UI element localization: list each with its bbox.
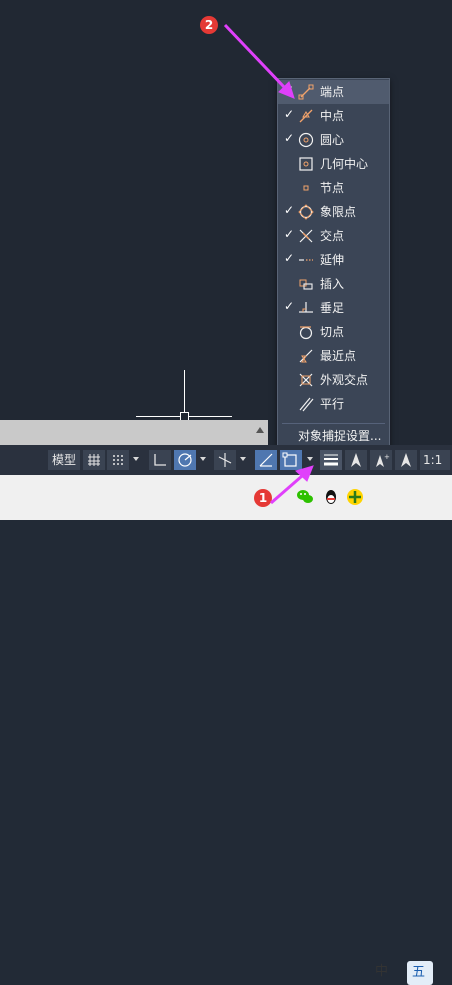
menu-item-label: 交点 [320,229,345,243]
wechat-icon[interactable] [296,488,314,506]
menu-item-label: 平行 [320,397,345,411]
check-icon: ✓ [284,131,295,145]
menu-item-label: 中点 [320,109,345,123]
isometric-icon [218,453,232,467]
node-icon [303,185,309,191]
svg-text:+: + [384,453,390,461]
menu-item-insertion[interactable]: 插入 [278,272,389,296]
polar-dropdown-caret-icon[interactable] [200,457,206,461]
grid-toggle-button[interactable] [83,450,105,470]
check-icon: ✓ [284,299,295,313]
menu-item-parallel[interactable]: 平行 [278,392,389,416]
object-snap-dropdown-caret-icon[interactable] [307,457,313,461]
check-icon: ✓ [284,203,295,217]
ortho-icon [154,454,166,466]
menu-item-tangent[interactable]: 切点 [278,320,389,344]
polar-tracking-icon [178,453,192,467]
menu-item-label: 节点 [320,181,345,195]
annotation-visibility-button[interactable] [345,450,367,470]
polar-tracking-button[interactable] [174,450,196,470]
menu-item-label: 外观交点 [320,373,369,387]
menu-item-label: 最近点 [320,349,357,363]
menu-item-label: 圆心 [320,133,345,147]
lineweight-icon [324,454,338,466]
center-icon [298,132,314,148]
menu-item-quadrant[interactable]: ✓ 象限点 [278,200,389,224]
parallel-icon [299,397,314,412]
menu-item-center[interactable]: ✓ 圆心 [278,128,389,152]
geometric-center-icon [299,157,313,171]
annotation-badge-2: 2 [200,16,218,34]
object-snap-settings-item[interactable]: 对象捕捉设置... [298,428,381,444]
auto-scale-icon: + [376,453,390,467]
menu-item-label: 端点 [320,85,345,99]
check-icon: ✓ [284,83,295,97]
annotation-scale-icon [351,453,361,467]
menu-item-label: 垂足 [320,301,345,315]
grid-icon [88,454,100,466]
tangent-icon [299,326,313,340]
menu-item-intersection[interactable]: ✓ 交点 [278,224,389,248]
menu-item-perpendicular[interactable]: ✓ 垂足 [278,296,389,320]
midpoint-icon [299,109,313,123]
annotation-badge-1: 1 [254,489,272,507]
menu-item-extension[interactable]: ✓ 延伸 [278,248,389,272]
menu-item-label: 几何中心 [320,157,369,171]
security-shield-icon[interactable] [346,488,364,506]
horizontal-scrollbar[interactable] [0,420,268,445]
menu-item-midpoint[interactable]: ✓ 中点 [278,104,389,128]
menu-item-label: 延伸 [320,253,345,267]
apparent-intersection-icon [299,373,313,387]
insertion-icon [299,279,313,290]
menu-divider [282,423,385,424]
menu-item-apparent-intersection[interactable]: 外观交点 [278,368,389,392]
annotation-icon [401,453,411,467]
object-snap-button[interactable] [280,450,302,470]
ime-mode-label: 五 [412,965,426,980]
check-icon: ✓ [284,251,295,265]
perpendicular-icon [299,302,313,313]
menu-item-label: 切点 [320,325,345,339]
snap-grid-icon [113,455,123,465]
scale-dropdown[interactable]: 1:1 [420,450,450,470]
isodraft-dropdown-caret-icon[interactable] [240,457,246,461]
endpoint-icon [298,84,314,100]
object-snap-menu: ✓ 端点 ✓ 中点 ✓ 圆心 几何中心 节点 ✓ 象限点 ✓ 交点 ✓ 延伸 插… [277,78,390,448]
snap-tracking-icon [259,453,273,467]
check-icon: ✓ [284,227,295,241]
menu-item-geometric-center[interactable]: 几何中心 [278,152,389,176]
ortho-mode-button[interactable] [149,450,171,470]
isodraft-button[interactable] [214,450,236,470]
menu-item-node[interactable]: 节点 [278,176,389,200]
annotation-scale-button[interactable] [395,450,417,470]
windows-taskbar: 中 五 [0,475,452,985]
menu-item-label: 插入 [320,277,345,291]
scroll-up-arrow-icon[interactable] [256,427,264,433]
menu-item-endpoint[interactable]: ✓ 端点 [278,80,389,104]
qq-icon[interactable] [322,488,340,506]
ime-language-indicator[interactable]: 中 [375,963,388,981]
menu-item-label: 象限点 [320,205,357,219]
snap-mode-button[interactable] [107,450,129,470]
extension-icon [299,259,313,261]
auto-scale-button[interactable]: + [370,450,392,470]
quadrant-icon [298,204,314,220]
lineweight-button[interactable] [320,450,342,470]
model-space-button[interactable]: 模型 [48,450,80,470]
ime-mode-button[interactable]: 五 [407,961,433,985]
check-icon: ✓ [284,107,295,121]
status-bar: 模型 + 1:1 [0,445,452,475]
menu-item-nearest[interactable]: 最近点 [278,344,389,368]
nearest-icon [299,349,313,363]
scale-label: 1:1 [423,453,443,467]
model-label: 模型 [51,453,76,467]
snap-dropdown-caret-icon[interactable] [133,457,139,461]
object-snap-icon [282,452,297,467]
object-snap-tracking-button[interactable] [255,450,277,470]
intersection-icon [299,229,313,243]
